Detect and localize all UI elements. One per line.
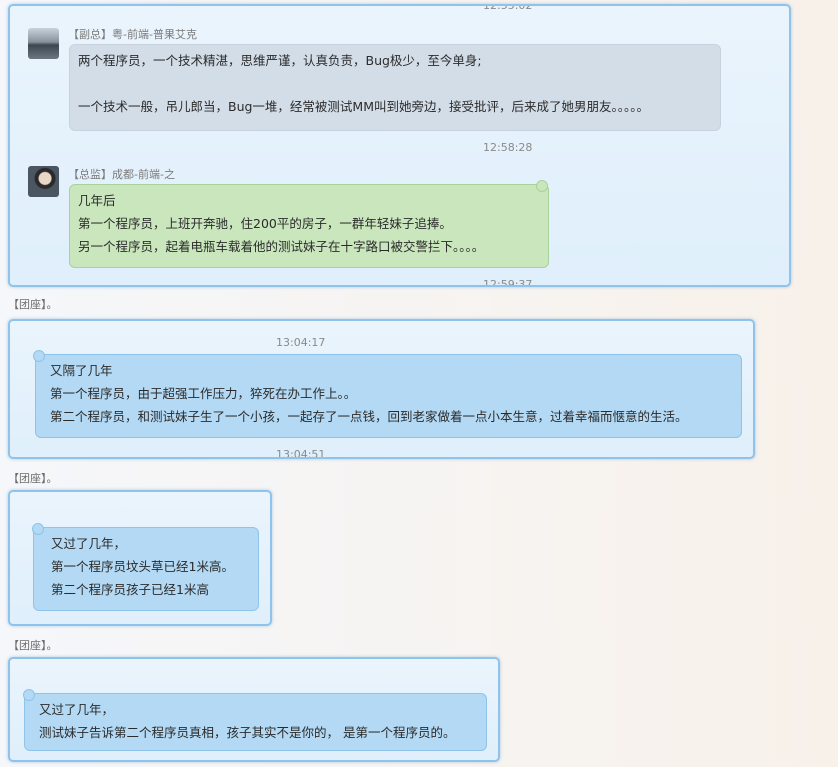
message-line xyxy=(78,72,712,95)
chat-card-1: 12:55:02 【副总】粤-前端-普果艾克 两个程序员，一个技术精湛，思维严谨… xyxy=(8,4,791,287)
avatar[interactable] xyxy=(28,28,59,59)
message-line: 又过了几年， xyxy=(51,536,127,551)
message-line: 又过了几年， xyxy=(39,702,115,717)
bubble-tail-icon xyxy=(23,689,35,701)
message-line: 测试妹子告诉第二个程序员真相，孩子其实不是你的， 是第一个程序员的。 xyxy=(39,725,456,740)
bubble-tail-icon xyxy=(536,180,548,192)
bubble-tail-icon xyxy=(32,523,44,535)
message-line: 几年后 xyxy=(78,193,116,208)
timestamp: 12:58:28 xyxy=(483,141,533,154)
message-line: 另一个程序员，起着电瓶车载着他的测试妹子在十字路口被交警拦下。。。。 xyxy=(78,239,485,254)
message-line: 一个技术一般，吊儿郎当，Bug一堆，经常被测试MM叫到她旁边，接受批评，后来成了… xyxy=(78,99,650,114)
message-line: 第二个程序员，和测试妹子生了一个小孩，一起存了一点钱，回到老家做着一点小本生意，… xyxy=(50,409,688,424)
message-bubble: 又隔了几年 第一个程序员，由于超强工作压力，猝死在办工作上。。 第二个程序员，和… xyxy=(35,354,742,438)
chat-card-3: 又过了几年， 第一个程序员坟头草已经1米高。 第二个程序员孩子已经1米高 xyxy=(8,490,272,626)
avatar[interactable] xyxy=(28,166,59,197)
message-bubble: 又过了几年， 第一个程序员坟头草已经1米高。 第二个程序员孩子已经1米高 xyxy=(33,527,259,611)
message-line: 第二个程序员孩子已经1米高 xyxy=(51,582,209,597)
sender-name[interactable]: 【副总】粤-前端-普果艾克 xyxy=(68,26,197,42)
timestamp-bottom: 12:59:37 xyxy=(483,278,533,287)
chat-card-4: 又过了几年， 测试妹子告诉第二个程序员真相，孩子其实不是你的， 是第一个程序员的… xyxy=(8,657,500,762)
message-line: 又隔了几年 xyxy=(50,363,113,378)
message-line: 两个程序员，一个技术精湛，思维严谨，认真负责，Bug极少，至今单身; xyxy=(78,53,482,68)
message-bubble: 又过了几年， 测试妹子告诉第二个程序员真相，孩子其实不是你的， 是第一个程序员的… xyxy=(24,693,487,751)
message-line: 第一个程序员坟头草已经1米高。 xyxy=(51,559,234,574)
message-bubble: 几年后 第一个程序员，上班开奔驰，住200平的房子，一群年轻妹子追捧。 另一个程… xyxy=(69,184,549,268)
sender-name[interactable]: 【总监】成都-前端-之 xyxy=(68,166,175,182)
message-bubble: 两个程序员，一个技术精湛，思维严谨，认真负责，Bug极少，至今单身; 一个技术一… xyxy=(69,44,721,131)
timestamp-top: 12:55:02 xyxy=(483,4,533,12)
chat-card-2: 13:04:17 又隔了几年 第一个程序员，由于超强工作压力，猝死在办工作上。。… xyxy=(8,319,755,459)
group-label: 【团座】。 xyxy=(8,298,58,311)
group-label: 【团座】。 xyxy=(8,472,58,485)
timestamp: 13:04:17 xyxy=(276,336,326,349)
group-label: 【团座】。 xyxy=(8,639,58,652)
message-line: 第一个程序员，上班开奔驰，住200平的房子，一群年轻妹子追捧。 xyxy=(78,216,452,231)
message-line: 第一个程序员，由于超强工作压力，猝死在办工作上。。 xyxy=(50,386,357,401)
bubble-tail-icon xyxy=(33,350,45,362)
timestamp-bottom: 13:04:51 xyxy=(276,448,326,459)
